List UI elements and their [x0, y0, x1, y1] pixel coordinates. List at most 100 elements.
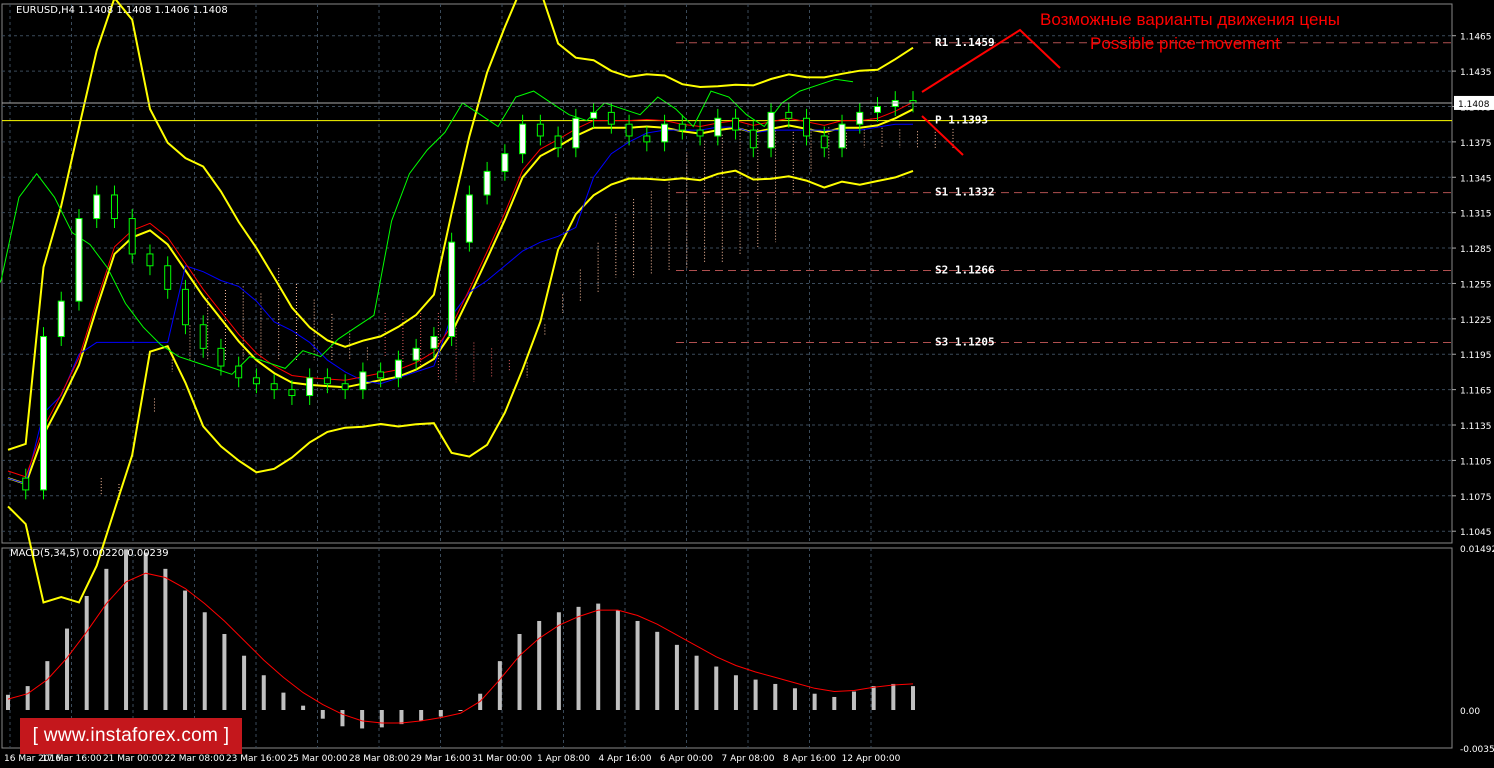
candle-body — [199, 324, 207, 349]
candle-body — [874, 105, 882, 113]
macd-bar — [183, 590, 188, 710]
candle-body — [146, 253, 154, 267]
y-tick-label: 1.1105 — [1460, 457, 1492, 467]
macd-bar — [340, 709, 345, 727]
macd-bar — [124, 549, 129, 710]
candle-body — [590, 111, 598, 119]
macd-bar — [202, 612, 207, 710]
macd-bar — [104, 568, 109, 710]
bollinger-middle — [7, 108, 914, 486]
macd-bar — [576, 606, 581, 710]
y-tick-label: 1.1255 — [1460, 280, 1492, 290]
y-tick-label: 1.1165 — [1460, 387, 1492, 397]
level-label-s3: S3 1.1205 — [935, 335, 995, 348]
x-tick-label: 7 Apr 08:00 — [722, 754, 775, 764]
indicator-lines — [0, 0, 914, 604]
candle-body — [785, 111, 793, 119]
watermark-text: [ www.instaforex.com ] — [32, 725, 230, 746]
candle-body — [891, 100, 899, 107]
y-tick-label: 1.1375 — [1460, 139, 1492, 149]
candle-body — [536, 123, 544, 137]
macd-bar — [714, 666, 719, 710]
x-tick-label: 28 Mar 08:00 — [349, 754, 409, 764]
candle-body — [732, 117, 740, 131]
candle-body — [394, 359, 402, 379]
macd-bar — [458, 709, 463, 711]
candle-body — [22, 477, 30, 491]
macd-bar — [655, 631, 660, 710]
candle-body — [306, 377, 314, 397]
candle-body — [749, 129, 757, 149]
y-tick-label: 1.1315 — [1460, 210, 1492, 220]
candle-body — [519, 123, 527, 155]
macd-y-tick-label: -0.0035 — [1460, 745, 1494, 755]
macd-bar — [694, 655, 699, 710]
macd-bar — [242, 655, 247, 710]
candle-body — [767, 111, 775, 149]
chikou-line — [0, 78, 854, 375]
macd-bar — [851, 691, 856, 710]
x-tick-label: 23 Mar 16:00 — [226, 754, 286, 764]
x-tick-label: 17 Mar 16:00 — [41, 754, 101, 764]
candle-body — [39, 336, 47, 491]
macd-panel — [6, 549, 915, 729]
candle-body — [323, 377, 331, 385]
candle-body — [838, 123, 846, 149]
candle-body — [625, 123, 633, 137]
x-tick-label: 4 Apr 16:00 — [599, 754, 652, 764]
macd-bar — [911, 686, 915, 710]
macd-bar — [45, 661, 50, 710]
macd-bar — [674, 644, 679, 710]
macd-bar — [792, 688, 797, 710]
candle-body — [270, 383, 278, 391]
x-tick-label: 29 Mar 16:00 — [410, 754, 470, 764]
candle-body — [483, 170, 491, 196]
macd-y-tick-label: 0.01492 — [1460, 545, 1494, 555]
candle-body — [128, 218, 136, 255]
candle-body — [164, 265, 172, 290]
y-tick-label: 1.1435 — [1460, 68, 1492, 78]
candle-body — [856, 111, 864, 125]
chart-header: EURUSD,H4 1.1408 1.1408 1.1406 1.1408 — [16, 5, 228, 16]
candle-body — [359, 371, 367, 391]
candle-body — [820, 135, 828, 149]
macd-bar — [832, 696, 837, 710]
candle-body — [678, 123, 686, 131]
macd-bar — [143, 552, 148, 710]
candle-body — [93, 194, 101, 220]
x-tick-label: 8 Apr 16:00 — [783, 754, 836, 764]
candle-body — [341, 383, 349, 391]
candle-body — [501, 153, 509, 172]
level-label-s1: S1 1.1332 — [935, 186, 995, 199]
macd-bar — [733, 675, 738, 710]
y-tick-label: 1.1345 — [1460, 174, 1492, 184]
macd-bar — [871, 686, 876, 710]
macd-bar — [419, 709, 424, 721]
macd-bar — [399, 709, 404, 725]
x-tick-label: 21 Mar 00:00 — [103, 754, 163, 764]
macd-bar — [261, 675, 266, 710]
candle-body — [803, 117, 811, 137]
y-tick-label: 1.1225 — [1460, 316, 1492, 326]
macd-bar — [812, 693, 817, 710]
level-label-p: P 1.1393 — [935, 114, 988, 127]
candle-body — [643, 135, 651, 143]
macd-bar — [281, 692, 286, 710]
macd-bar — [773, 683, 778, 710]
macd-bar — [596, 603, 601, 710]
macd-bar — [6, 694, 10, 710]
x-tick-label: 12 Apr 00:00 — [842, 754, 901, 764]
macd-bar — [84, 595, 89, 710]
y-tick-label: 1.1465 — [1460, 33, 1492, 43]
candle-body — [714, 117, 722, 137]
candle-body — [217, 347, 225, 367]
x-tick-label: 1 Apr 08:00 — [537, 754, 590, 764]
level-label-r1: R1 1.1459 — [935, 36, 995, 49]
candle-body — [696, 129, 704, 137]
macd-bar — [301, 705, 306, 710]
candle-body — [57, 300, 65, 338]
x-tick-label: 6 Apr 00:00 — [660, 754, 713, 764]
macd-bar — [497, 661, 502, 710]
candle-body — [377, 371, 385, 379]
level-label-s2: S2 1.1266 — [935, 263, 995, 276]
